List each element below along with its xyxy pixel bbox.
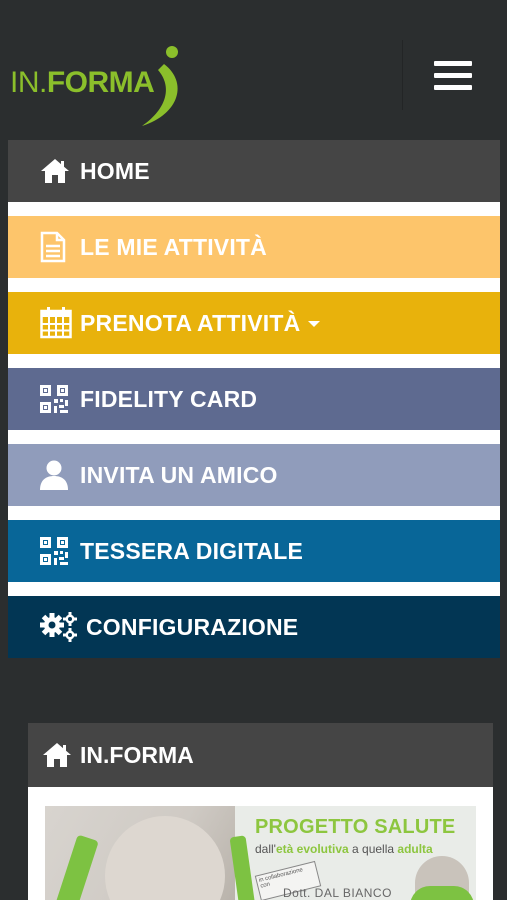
- card-header: IN.FORMA: [28, 723, 493, 787]
- document-icon: [40, 231, 74, 263]
- menu-item-configurazione[interactable]: CONFIGURAZIONE: [8, 596, 500, 658]
- menu-item-le-mie-attivita[interactable]: LE MIE ATTIVITÀ: [8, 216, 500, 278]
- menu-item-label: INVITA UN AMICO: [80, 461, 278, 488]
- app-logo[interactable]: IN.FORMA: [10, 42, 185, 132]
- user-icon: [40, 460, 74, 490]
- menu-item-home[interactable]: HOME: [8, 140, 500, 202]
- banner-subtitle: dall'età evolutiva a quella adulta: [255, 842, 433, 856]
- menu-item-invita-un-amico[interactable]: INVITA UN AMICO: [8, 444, 500, 506]
- menu-item-label: TESSERA DIGITALE: [80, 537, 303, 564]
- menu-item-tessera-digitale[interactable]: TESSERA DIGITALE: [8, 520, 500, 582]
- menu-item-label: LE MIE ATTIVITÀ: [80, 233, 267, 260]
- menu-item-prenota-attivita[interactable]: PRENOTA ATTIVITÀ: [8, 292, 500, 354]
- card-title: IN.FORMA: [80, 741, 194, 768]
- calendar-icon: [40, 307, 74, 339]
- main-menu: HOME LE MIE ATTIVITÀ PRENOTA ATTIVITÀ FI…: [8, 140, 500, 658]
- hamburger-icon: [434, 60, 472, 90]
- gears-icon: [40, 612, 80, 642]
- chevron-down-icon: [308, 321, 321, 327]
- logo-in-text: IN.: [10, 66, 47, 99]
- home-icon: [40, 156, 74, 186]
- banner-title: PROGETTO SALUTE: [255, 816, 456, 838]
- home-icon: [42, 742, 72, 768]
- promo-banner-image[interactable]: PROGETTO SALUTE dall'età evolutiva a que…: [45, 806, 476, 900]
- logo-swoosh-icon: [142, 46, 178, 126]
- banner-doctor-name: Dott. DAL BIANCO: [283, 886, 392, 900]
- menu-item-label: FIDELITY CARD: [80, 385, 258, 412]
- menu-item-label: HOME: [80, 157, 150, 184]
- menu-item-fidelity-card[interactable]: FIDELITY CARD: [8, 368, 500, 430]
- qrcode-icon: [40, 536, 74, 566]
- qrcode-icon: [40, 384, 74, 414]
- app-header: IN.FORMA: [0, 0, 507, 138]
- menu-toggle-button[interactable]: [402, 40, 503, 110]
- menu-item-label: PRENOTA ATTIVITÀ: [80, 309, 301, 336]
- info-card: IN.FORMA PROGETTO SALUTE dall'età evolut…: [28, 723, 493, 900]
- menu-item-label: CONFIGURAZIONE: [86, 613, 299, 640]
